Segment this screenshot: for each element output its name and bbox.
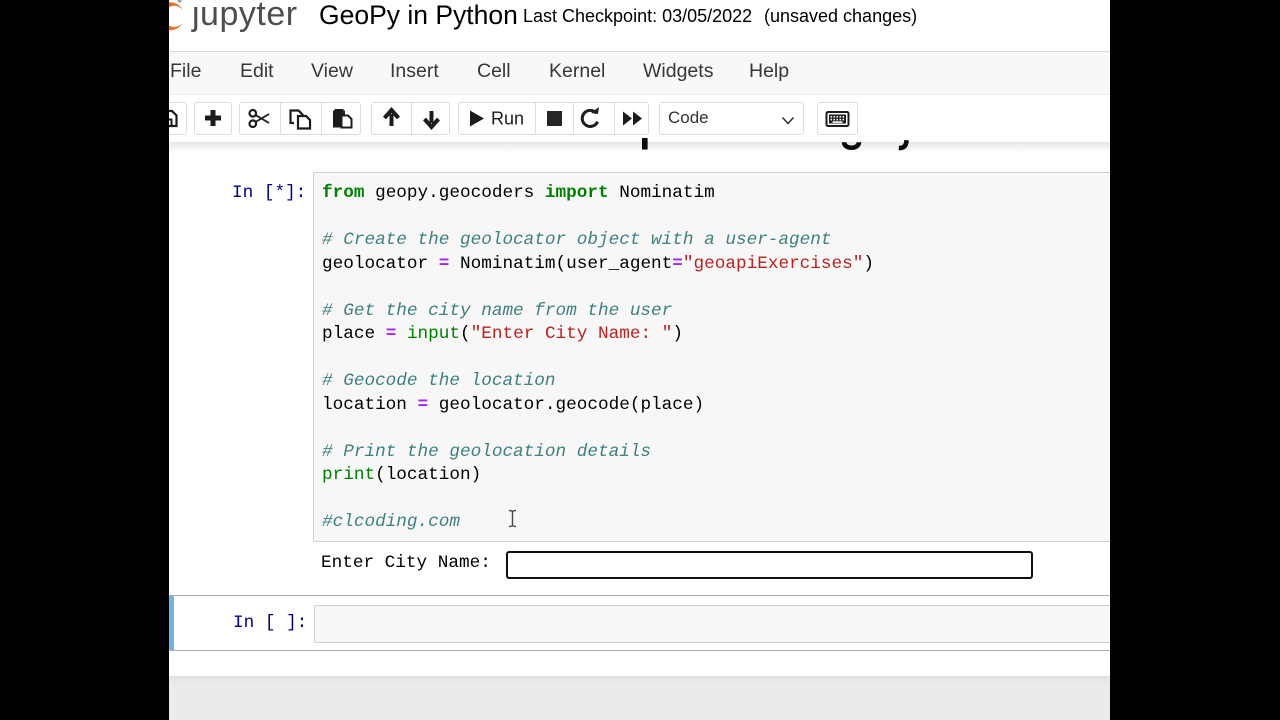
svg-text:Run: Run <box>491 109 524 129</box>
